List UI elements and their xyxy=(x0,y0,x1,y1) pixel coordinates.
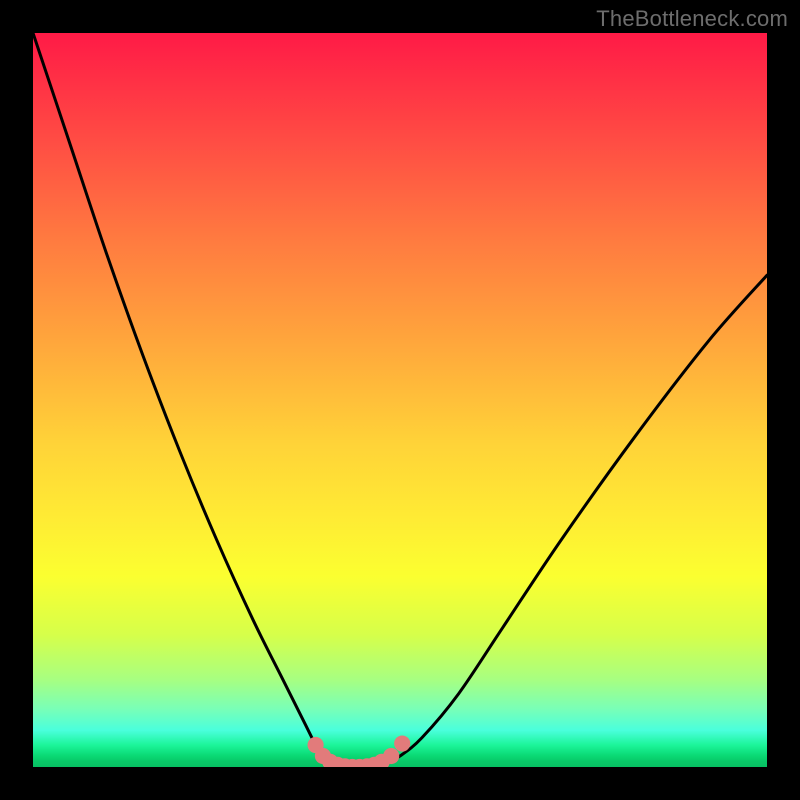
outer-frame: TheBottleneck.com xyxy=(0,0,800,800)
chart-svg xyxy=(33,33,767,767)
minimum-dots xyxy=(308,735,411,767)
minimum-dot xyxy=(394,735,410,751)
watermark-text: TheBottleneck.com xyxy=(596,6,788,32)
plot-area xyxy=(33,33,767,767)
minimum-dot xyxy=(383,748,399,764)
bottleneck-curve xyxy=(33,33,767,767)
